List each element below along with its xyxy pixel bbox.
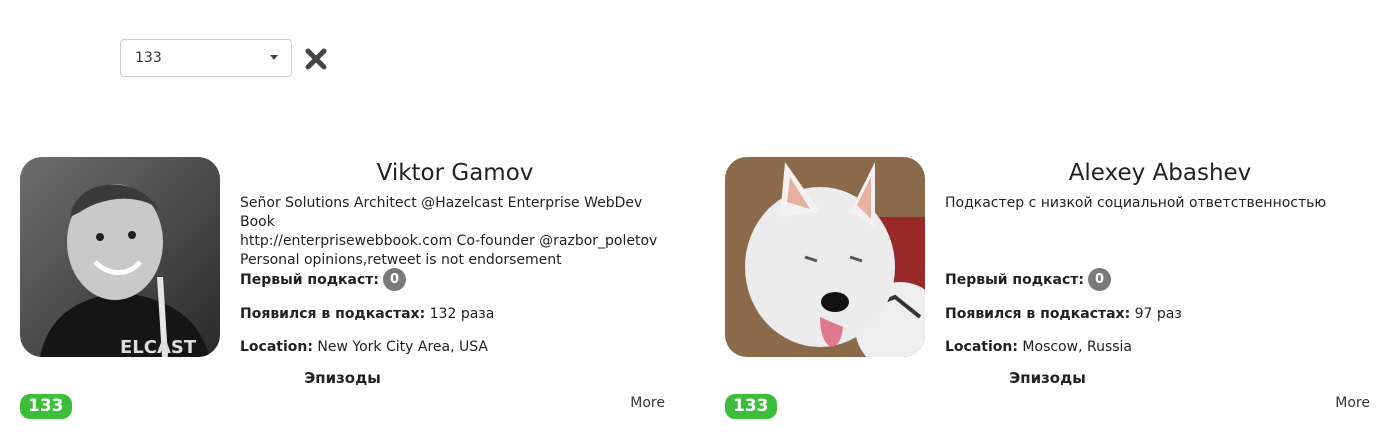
episode-badge[interactable]: 133 (725, 394, 777, 419)
location-value: Moscow, Russia (1022, 339, 1133, 355)
filter-selected-value: 133 (135, 50, 162, 66)
first-podcast-row: Первый подкаст: 0 (945, 268, 1111, 291)
location-value: New York City Area, USA (317, 339, 488, 355)
first-podcast-row: Первый подкаст: 0 (240, 268, 406, 291)
appeared-row: Появился в подкастах: 132 раза (240, 306, 494, 322)
location-row: Location: New York City Area, USA (240, 339, 488, 355)
guest-bio: Señor Solutions Architect @Hazelcast Ent… (240, 194, 670, 268)
episodes-heading: Эпизоды (1009, 369, 1086, 387)
appeared-row: Появился в подкастах: 97 раз (945, 306, 1182, 322)
episode-badge[interactable]: 133 (20, 394, 72, 419)
guest-name: Alexey Abashev (1068, 160, 1252, 186)
bio-line: Señor Solutions Architect @Hazelcast Ent… (240, 195, 643, 230)
first-podcast-label: Первый подкаст: (240, 271, 379, 288)
first-podcast-badge: 0 (1088, 268, 1111, 291)
guest-bio: Подкастер с низкой социальной ответствен… (945, 194, 1375, 254)
svg-text:ELCAST: ELCAST (120, 337, 197, 357)
location-label: Location: (240, 339, 313, 355)
guest-name: Viktor Gamov (376, 160, 534, 186)
bio-line: Подкастер с низкой социальной ответствен… (945, 195, 1327, 211)
clear-filter-button[interactable] (304, 47, 328, 71)
avatar: ELCAST (20, 157, 220, 357)
location-row: Location: Moscow, Russia (945, 339, 1132, 355)
episodes-heading: Эпизоды (304, 369, 381, 387)
episode-filter-select[interactable]: 133 (120, 39, 292, 77)
first-podcast-label: Первый подкаст: (945, 271, 1084, 288)
appeared-value: 97 раз (1134, 306, 1182, 322)
avatar (725, 157, 925, 357)
more-link[interactable]: More (630, 395, 665, 411)
more-link[interactable]: More (1335, 395, 1370, 411)
guest-card: Alexey Abashev Подкастер с низкой социал… (725, 157, 1375, 427)
appeared-value: 132 раза (429, 306, 495, 322)
guest-card: ELCAST Viktor Gamov Señor Solutions Arch… (20, 157, 670, 427)
appeared-label: Появился в подкастах: (945, 306, 1131, 322)
chevron-down-icon (270, 55, 278, 60)
first-podcast-badge: 0 (383, 268, 406, 291)
close-icon (305, 48, 327, 70)
appeared-label: Появился в подкастах: (240, 306, 426, 322)
bio-line: http://enterprisewebbook.com Co-founder … (240, 233, 658, 249)
location-label: Location: (945, 339, 1018, 355)
